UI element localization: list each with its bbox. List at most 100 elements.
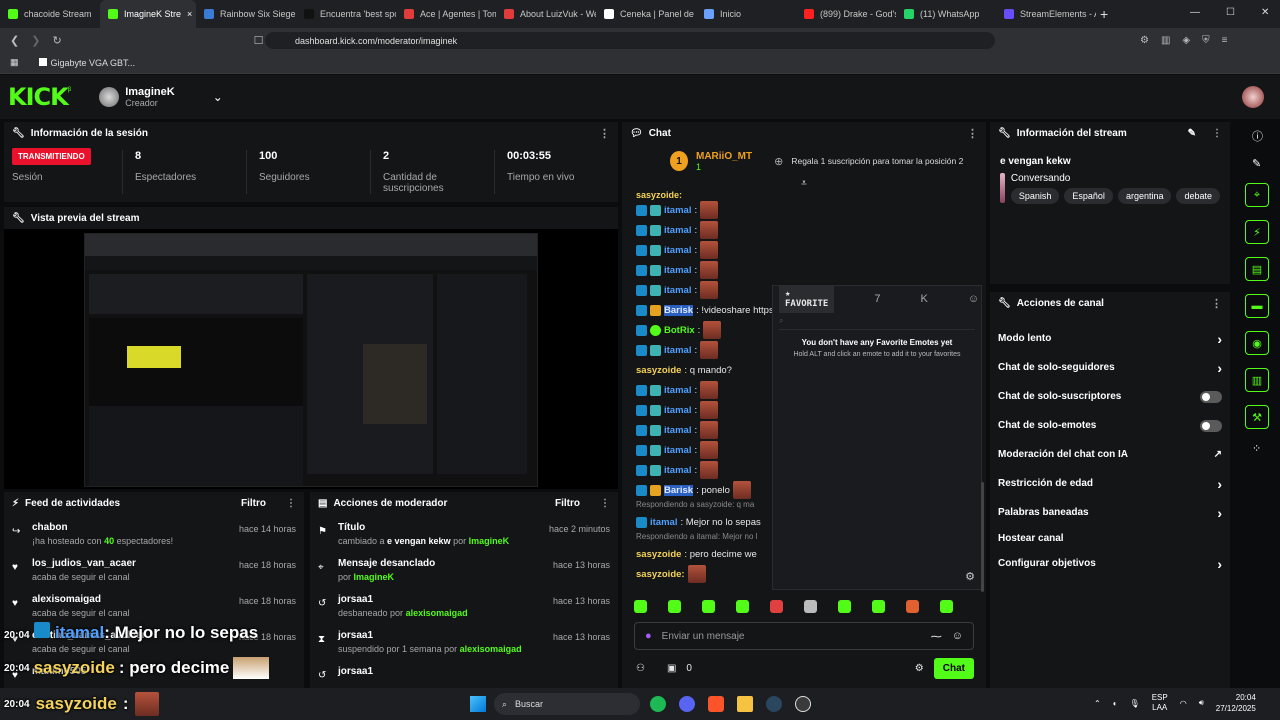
chat-user[interactable]: BotRix xyxy=(664,325,695,336)
url-text[interactable]: dashboard.kick.com/moderator/imaginek xyxy=(295,36,457,46)
feed-user[interactable]: alexisomaigad xyxy=(32,594,130,605)
browser-tab[interactable]: Ace | Agentes | Tom xyxy=(396,0,496,28)
browser-tab[interactable]: Inicio xyxy=(696,0,796,28)
close-window-button[interactable]: ✕ xyxy=(1261,7,1269,18)
feed-filter-button[interactable]: Filtro xyxy=(241,498,266,509)
scrollbar[interactable] xyxy=(981,482,984,592)
chat-user[interactable]: itamal xyxy=(664,425,691,436)
network-icon[interactable]: ◐ xyxy=(1113,699,1118,708)
tab-emoji-icon[interactable]: ☺ xyxy=(968,293,979,305)
taskbar-search[interactable]: ⌕ Buscar xyxy=(494,693,640,715)
chat-user[interactable]: itamal xyxy=(664,405,691,416)
chat-user[interactable]: itamal xyxy=(664,225,691,236)
windows-start-icon[interactable] xyxy=(470,696,486,712)
maximize-button[interactable]: ☐ xyxy=(1226,7,1235,18)
category-name[interactable]: Conversando xyxy=(1011,173,1220,184)
mod-action-title[interactable]: jorsaa1 xyxy=(338,594,468,605)
browser-tab[interactable]: chacoide Stream xyxy=(0,0,100,28)
emote-button[interactable] xyxy=(634,600,647,613)
obs-icon[interactable] xyxy=(795,696,811,712)
browser-tab[interactable]: About LuizVuk - We xyxy=(496,0,596,28)
more-options-icon[interactable]: ⋮ xyxy=(1211,297,1222,310)
edit-icon[interactable]: ✎ xyxy=(1188,128,1196,139)
settings-icon[interactable]: ⚙ xyxy=(915,663,924,674)
bookmark-icon[interactable]: ☐ xyxy=(254,34,264,47)
chat-user[interactable]: itamal xyxy=(664,265,691,276)
chat-user[interactable]: itamal xyxy=(664,285,691,296)
wifi-icon[interactable]: ◠ xyxy=(1180,699,1187,708)
volume-icon[interactable]: 🔊︎ xyxy=(1199,698,1204,708)
action-age-restriction[interactable]: Restricción de edad › xyxy=(990,469,1230,498)
chevron-down-icon[interactable]: ⌄ xyxy=(213,90,223,104)
emote-button[interactable] xyxy=(736,600,749,613)
back-icon[interactable]: ❮ xyxy=(10,34,19,47)
emote-button[interactable] xyxy=(872,600,885,613)
reload-icon[interactable]: ↻ xyxy=(52,34,61,47)
emote-search[interactable]: ⌕ xyxy=(779,316,975,330)
users-icon[interactable]: ⚇ xyxy=(636,663,645,674)
steam-icon[interactable] xyxy=(766,696,782,712)
chat-user[interactable]: itamal xyxy=(664,445,691,456)
gift-text[interactable]: Regala 1 suscripción para tomar la posic… xyxy=(791,156,963,166)
mic-icon[interactable]: ● xyxy=(645,630,652,642)
tab-kick-icon[interactable]: K xyxy=(920,293,927,305)
extensions-icon[interactable]: ⚙ xyxy=(1140,35,1149,46)
leader-user[interactable]: MARiiO_MT xyxy=(696,151,752,162)
more-options-icon[interactable]: ⋮ xyxy=(600,498,610,509)
settings-icon[interactable]: ⚙ xyxy=(965,570,975,583)
mod-action-title[interactable]: jorsaa1 xyxy=(338,666,373,677)
browser-tab[interactable]: StreamElements - A xyxy=(996,0,1096,28)
feed-user[interactable]: los_judios_van_acaer xyxy=(32,558,136,569)
chat-user[interactable]: itamal xyxy=(664,245,691,256)
collapse-icon[interactable]: ⩡ xyxy=(622,178,986,190)
mod-desc-d[interactable]: ImagineK xyxy=(469,536,510,546)
spotify-icon[interactable] xyxy=(650,696,666,712)
mod-desc-d[interactable]: alexisomaigad xyxy=(406,608,468,618)
close-tab-icon[interactable]: × xyxy=(187,9,192,19)
minimize-button[interactable]: — xyxy=(1190,7,1200,18)
emotes-only-toggle[interactable] xyxy=(1200,419,1222,432)
stream-preview-video[interactable] xyxy=(84,233,538,487)
feed-user[interactable]: chabon xyxy=(32,522,173,533)
info-icon[interactable]: ⓘ xyxy=(1252,128,1276,144)
send-chat-button[interactable]: Chat xyxy=(933,658,974,679)
chat-user[interactable]: itamal xyxy=(650,517,677,528)
chat-user[interactable]: Barisk xyxy=(664,484,694,496)
browser-tab[interactable]: Rainbow Six Siege xyxy=(196,0,296,28)
new-tab-button[interactable]: + xyxy=(1100,6,1108,22)
user-avatar[interactable] xyxy=(1242,86,1264,108)
tools-icon[interactable]: ⚒ xyxy=(1245,405,1269,429)
emote-button[interactable] xyxy=(906,600,919,613)
browser-tab[interactable]: Encuentra 'best spo xyxy=(296,0,396,28)
add-widget-icon[interactable]: ⁘ xyxy=(1252,442,1276,455)
chat-user[interactable]: itamal xyxy=(664,345,691,356)
more-options-icon[interactable]: ⋮ xyxy=(286,498,296,509)
emote-button[interactable] xyxy=(770,600,783,613)
broadcast-icon[interactable]: ◉ xyxy=(1245,331,1269,355)
action-host-channel[interactable]: Hostear canal xyxy=(990,527,1230,549)
more-options-icon[interactable]: ⋮ xyxy=(1212,128,1222,139)
apps-icon[interactable]: ▦ xyxy=(10,57,19,68)
chat-user[interactable]: itamal xyxy=(664,205,691,216)
file-explorer-icon[interactable] xyxy=(737,696,753,712)
action-banned-words[interactable]: Palabras baneadas › xyxy=(990,498,1230,527)
address-bar[interactable]: dashboard.kick.com/moderator/imaginek xyxy=(265,32,995,49)
discord-icon[interactable] xyxy=(679,696,695,712)
action-slow-mode[interactable]: Modo lento › xyxy=(990,324,1230,353)
browser-tab[interactable]: (11) WhatsApp xyxy=(896,0,996,28)
browser-tab[interactable]: (899) Drake - God's xyxy=(796,0,896,28)
bookmark-gigabyte[interactable]: Gigabyte VGA GBT... xyxy=(38,57,135,68)
mod-desc-d[interactable]: ImagineK xyxy=(354,572,395,582)
emote-button[interactable] xyxy=(668,600,681,613)
action-goals[interactable]: Configurar objetivos › xyxy=(990,549,1230,578)
gift-box-icon[interactable]: ▣ xyxy=(667,663,676,674)
more-options-icon[interactable]: ⋮ xyxy=(599,127,610,140)
brave-icon[interactable] xyxy=(708,696,724,712)
language-indicator[interactable]: ESP LAA xyxy=(1152,693,1168,713)
forward-icon[interactable]: ❯ xyxy=(31,34,40,47)
chat-input[interactable]: Enviar un mensaje xyxy=(662,631,745,642)
menu-icon[interactable]: ≡ xyxy=(1222,35,1228,46)
emote-menu-icon[interactable]: ⁓ xyxy=(931,630,942,643)
mod-desc-d[interactable]: alexisomaigad xyxy=(460,644,522,654)
action-followers-only[interactable]: Chat de solo-seguidores › xyxy=(990,353,1230,382)
